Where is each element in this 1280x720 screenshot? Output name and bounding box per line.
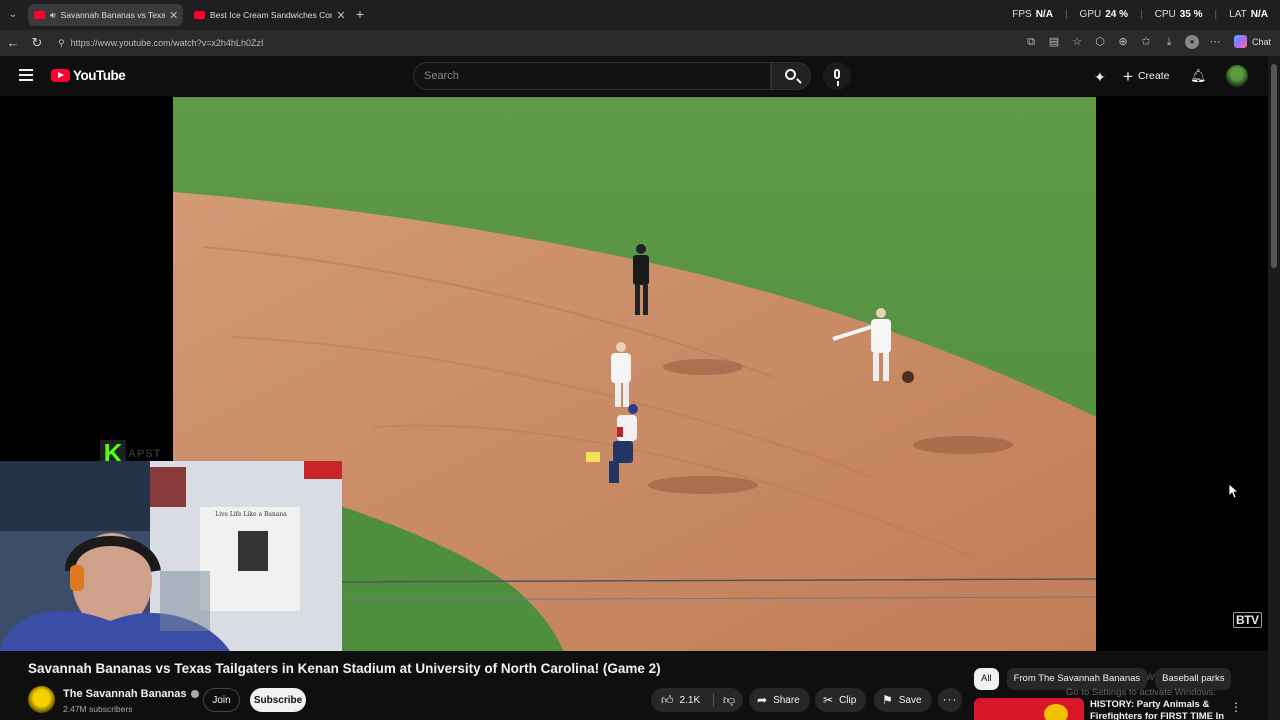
back-arrow-icon[interactable]: ← xyxy=(5,35,21,51)
reader-icon[interactable]: ▤ xyxy=(1047,35,1061,49)
favorites-list-icon[interactable]: ✩ xyxy=(1139,35,1153,49)
like-button[interactable]: 👍︎ 2.1K xyxy=(651,688,711,712)
clip-label: Clip xyxy=(839,694,857,706)
tab-close-icon[interactable]: ✕ xyxy=(169,9,179,22)
tab-title: Best Ice Cream Sandwiches Comp xyxy=(210,10,332,20)
scrollbar-thumb[interactable] xyxy=(1271,64,1277,268)
recommended-video-title[interactable]: HISTORY: Party Animals & Firefighters fo… xyxy=(1090,699,1230,720)
address-bar[interactable]: ⚲ https://www.youtube.com/watch?v=x2h4hL… xyxy=(52,33,1012,53)
channel-avatar[interactable] xyxy=(28,686,55,713)
more-actions-button[interactable]: ··· xyxy=(938,688,962,712)
chat-label: Chat xyxy=(1252,36,1272,47)
profile-avatar-icon[interactable]: ● xyxy=(1185,35,1199,49)
save-label: Save xyxy=(898,694,922,706)
thumbs-up-icon: 👍︎ xyxy=(661,692,674,707)
youtube-favicon-icon xyxy=(34,11,45,19)
verified-check-icon xyxy=(190,690,199,699)
page-scrollbar[interactable] xyxy=(1268,56,1280,720)
guide-menu-icon[interactable] xyxy=(19,69,33,81)
copilot-icon xyxy=(1234,35,1247,48)
plus-icon: + xyxy=(1123,66,1133,86)
translate-icon[interactable]: ⧉ xyxy=(1024,35,1038,49)
cpu-readout: CPU 35 % xyxy=(1154,9,1203,20)
youtube-favicon-icon xyxy=(194,11,205,19)
like-dislike-group: 👍︎ 2.1K 👎︎ xyxy=(651,688,743,712)
create-button[interactable]: + Create xyxy=(1117,63,1176,89)
youtube-logo[interactable]: YouTube xyxy=(51,68,126,83)
favorite-star-icon[interactable]: ☆ xyxy=(1070,35,1084,49)
share-arrow-icon: ➦ xyxy=(757,693,768,707)
performance-overlay: FPS N/A | GPU 24 % | CPU 35 % | LAT N/A xyxy=(1012,9,1268,20)
dislike-button[interactable]: 👎︎ xyxy=(715,688,743,712)
youtube-wordmark: YouTube xyxy=(73,68,126,83)
notifications-bell-icon[interactable]: 🔔︎ xyxy=(1190,68,1207,84)
tab-title: Savannah Bananas vs Texas Tailgaters xyxy=(60,10,165,20)
latency-readout: LAT N/A xyxy=(1229,9,1268,20)
subscribe-button[interactable]: Subscribe xyxy=(250,688,306,712)
chip-all[interactable]: All xyxy=(974,668,999,690)
clip-button[interactable]: ✂ Clip xyxy=(815,688,867,712)
kebab-menu-icon[interactable]: ⋮ xyxy=(1230,700,1242,714)
settings-menu-icon[interactable]: ⋯ xyxy=(1208,35,1222,49)
shirt-print-text: Live Life Like a Banana xyxy=(215,511,287,518)
search-box[interactable] xyxy=(413,62,771,90)
downloads-icon[interactable]: ⤓ xyxy=(1162,35,1176,49)
bookmark-icon: ⚑ xyxy=(882,693,893,707)
gpu-readout: GPU 24 % xyxy=(1079,9,1129,20)
toolbar-icons: ⧉ ▤ ☆ ⬡ ⊕ ✩ ⤓ ● ⋯ xyxy=(1024,35,1222,49)
voice-search-button[interactable] xyxy=(823,62,851,90)
copilot-chat-button[interactable]: Chat xyxy=(1234,35,1271,48)
browser-tab[interactable]: Best Ice Cream Sandwiches Comp ✕ xyxy=(188,4,346,26)
subscriber-count: 2.47M subscribers xyxy=(63,704,133,714)
recommended-video-thumbnail[interactable] xyxy=(974,698,1084,720)
speaker-icon[interactable]: 🔊︎ xyxy=(50,10,56,21)
video-title: Savannah Bananas vs Texas Tailgaters in … xyxy=(28,661,661,676)
thumbs-down-icon: 👎︎ xyxy=(722,693,736,707)
search-button[interactable] xyxy=(771,62,811,90)
video-watermark: BTV xyxy=(1233,612,1262,628)
youtube-masthead: YouTube ✦ + Create 🔔︎ xyxy=(0,56,1268,96)
mouse-cursor-icon xyxy=(1228,483,1240,503)
channel-name[interactable]: The Savannah Bananas xyxy=(63,688,199,700)
overlay-watermark-text: APST xyxy=(128,448,162,460)
go-live-icon[interactable]: ✦ xyxy=(1094,69,1106,86)
microphone-icon xyxy=(834,69,840,86)
share-button[interactable]: ➦ Share xyxy=(749,688,810,712)
save-button[interactable]: ⚑ Save xyxy=(874,688,932,712)
scissors-icon: ✂ xyxy=(823,693,834,707)
youtube-play-icon xyxy=(51,69,70,82)
browser-toolbar: ← ↻ ⚲ https://www.youtube.com/watch?v=x2… xyxy=(0,30,1280,56)
join-button[interactable]: Join xyxy=(203,688,240,712)
search-input[interactable] xyxy=(424,70,754,82)
extensions-icon[interactable]: ⬡ xyxy=(1093,35,1107,49)
collections-icon[interactable]: ⊕ xyxy=(1116,35,1130,49)
browser-tab-active[interactable]: 🔊︎ Savannah Bananas vs Texas Tailgaters … xyxy=(28,4,183,26)
tab-actions-chevron-icon[interactable]: ⌄ xyxy=(4,6,22,24)
fps-readout: FPS N/A xyxy=(1012,9,1053,20)
new-tab-plus-icon[interactable]: + xyxy=(352,6,368,22)
like-count: 2.1K xyxy=(679,694,701,706)
create-label: Create xyxy=(1137,70,1170,82)
account-avatar[interactable] xyxy=(1226,65,1248,87)
url-text: https://www.youtube.com/watch?v=x2h4hLh0… xyxy=(70,38,264,48)
reload-icon[interactable]: ↻ xyxy=(29,35,45,51)
webcam-feed xyxy=(0,461,342,651)
browser-tab-strip: ⌄ 🔊︎ Savannah Bananas vs Texas Tailgater… xyxy=(0,0,1280,30)
site-info-icon[interactable]: ⚲ xyxy=(58,38,65,49)
windows-activation-subtitle: Go to Settings to activate Windows. xyxy=(1066,687,1216,698)
search-icon xyxy=(785,69,796,80)
webcam-overlay: Live Life Like a Banana xyxy=(0,461,342,651)
share-label: Share xyxy=(773,694,800,706)
tab-close-icon[interactable]: ✕ xyxy=(336,9,346,22)
